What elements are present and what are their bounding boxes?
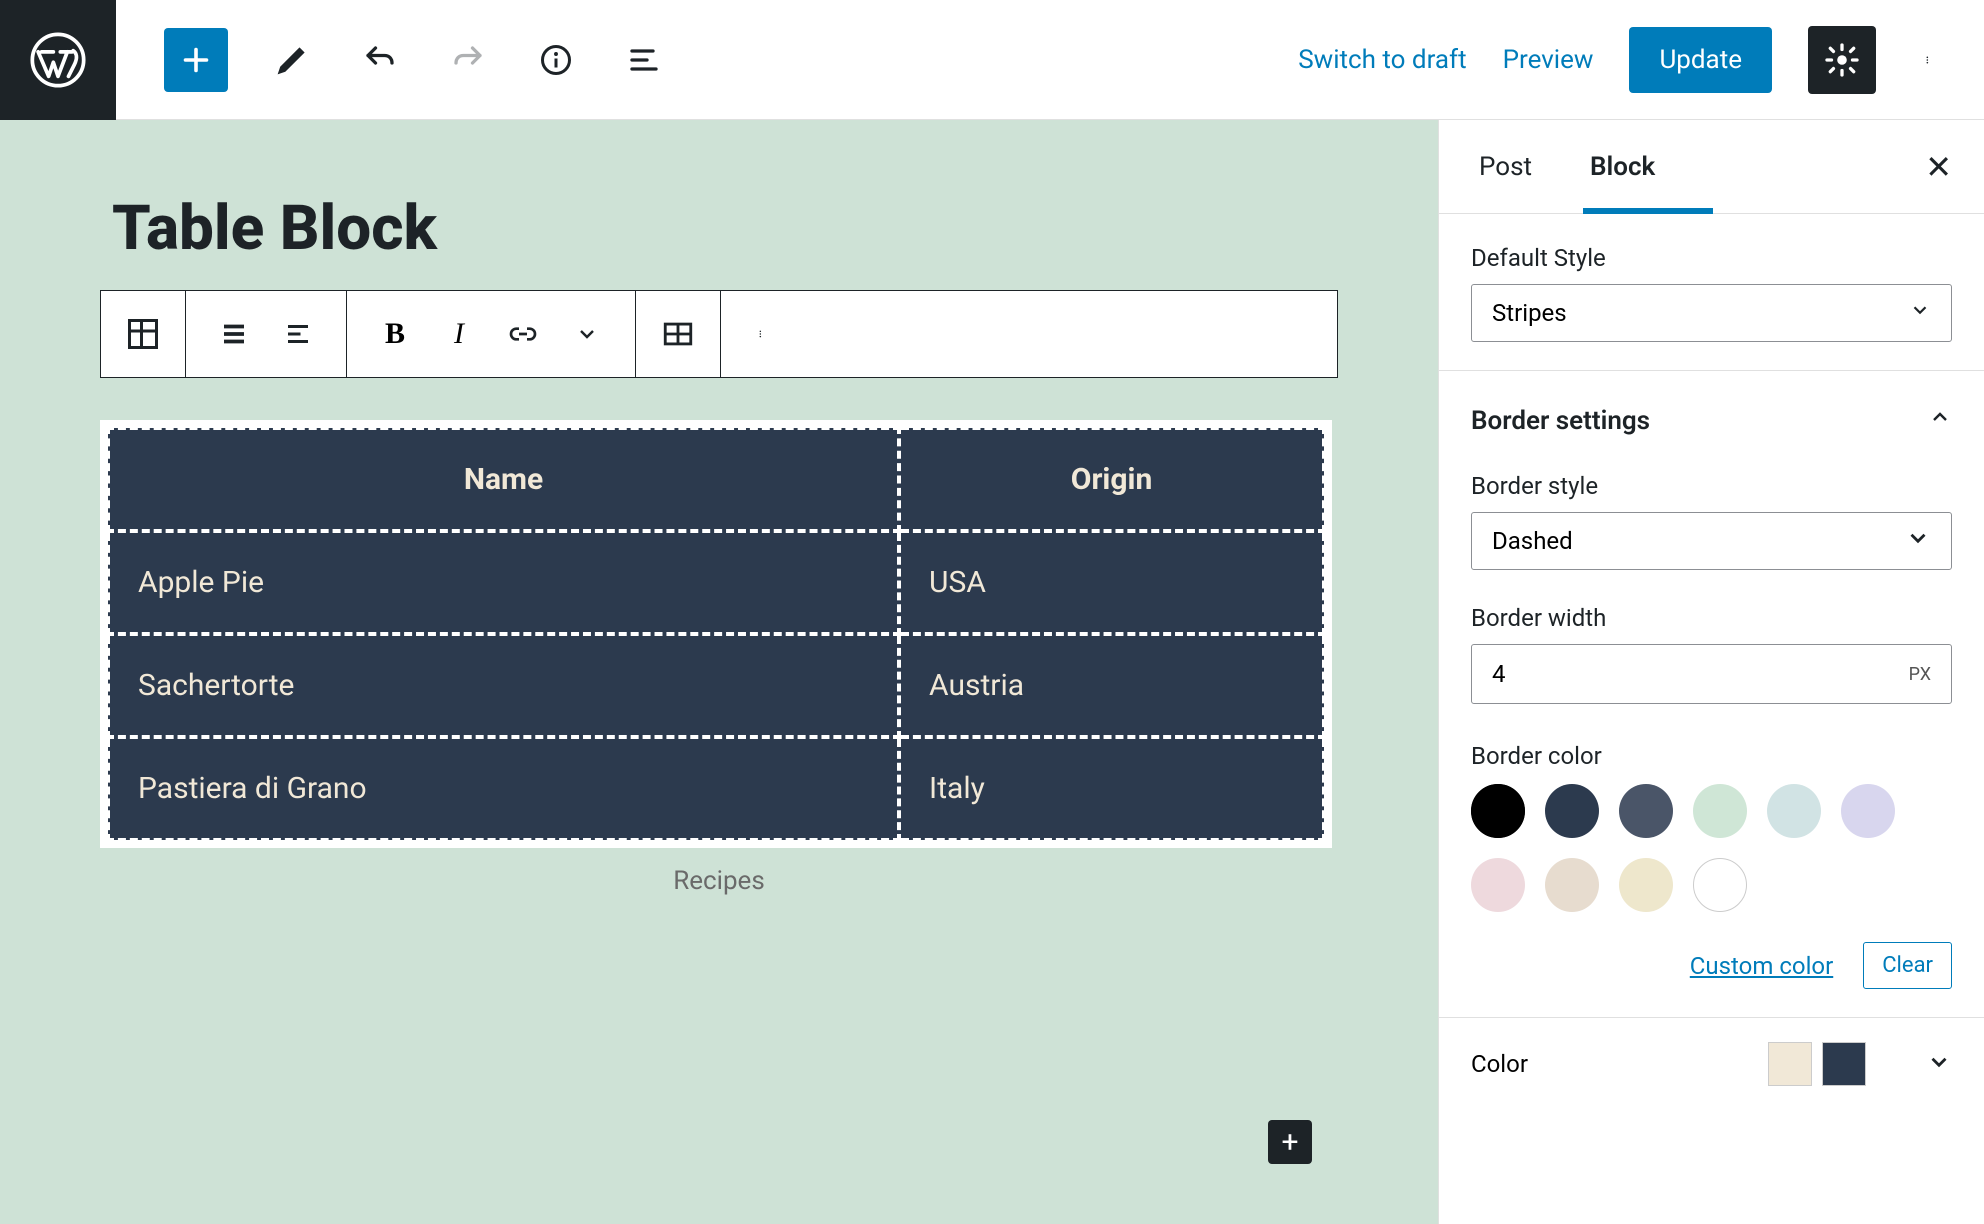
tab-block[interactable]: Block bbox=[1582, 120, 1663, 213]
tab-post[interactable]: Post bbox=[1471, 120, 1540, 213]
post-title-peek: Table Block bbox=[112, 192, 437, 265]
chevron-down-icon bbox=[1909, 299, 1931, 327]
border-style-value: Dashed bbox=[1492, 527, 1573, 555]
topbar-left-tools bbox=[164, 28, 668, 92]
align-left-icon[interactable] bbox=[280, 316, 316, 352]
add-block-button[interactable] bbox=[164, 28, 228, 92]
block-type-icon[interactable] bbox=[101, 291, 186, 377]
chevron-down-icon bbox=[1905, 525, 1931, 557]
default-style-select[interactable]: Stripes bbox=[1471, 284, 1952, 342]
settings-button[interactable] bbox=[1808, 26, 1876, 94]
settings-sidebar: Post Block ✕ Default Style Stripes Borde… bbox=[1438, 120, 1984, 1224]
fg-color-chip[interactable] bbox=[1768, 1042, 1812, 1086]
inline-add-block-button[interactable]: + bbox=[1268, 1120, 1312, 1164]
color-section-title: Color bbox=[1471, 1050, 1528, 1078]
custom-color-link[interactable]: Custom color bbox=[1690, 952, 1833, 980]
table-caption[interactable]: Recipes bbox=[100, 866, 1338, 896]
chevron-down-icon bbox=[1926, 1049, 1952, 1079]
switch-to-draft-link[interactable]: Switch to draft bbox=[1298, 45, 1466, 75]
table-header-cell[interactable]: Origin bbox=[899, 428, 1324, 531]
border-color-swatches bbox=[1471, 784, 1952, 912]
color-swatch[interactable] bbox=[1841, 784, 1895, 838]
topbar-right-tools: Switch to draft Preview Update bbox=[1298, 26, 1948, 94]
block-more-icon[interactable] bbox=[721, 291, 805, 377]
bg-color-chip[interactable] bbox=[1822, 1042, 1866, 1086]
border-style-select[interactable]: Dashed bbox=[1471, 512, 1952, 570]
table-cell[interactable]: Sachertorte bbox=[108, 634, 899, 737]
table-block[interactable]: Name Origin Apple PieUSA SachertorteAust… bbox=[100, 420, 1332, 848]
table-cell[interactable]: Apple Pie bbox=[108, 531, 899, 634]
undo-icon[interactable] bbox=[356, 36, 404, 84]
block-toolbar: B I bbox=[100, 290, 1338, 378]
border-settings-header[interactable]: Border settings bbox=[1471, 371, 1952, 452]
clear-color-button[interactable]: Clear bbox=[1863, 942, 1952, 989]
table-cell[interactable]: Pastiera di Grano bbox=[108, 737, 899, 840]
color-swatch[interactable] bbox=[1471, 784, 1525, 838]
outline-icon[interactable] bbox=[620, 36, 668, 84]
more-options-icon[interactable] bbox=[1912, 36, 1948, 84]
border-width-unit: PX bbox=[1909, 664, 1931, 685]
default-style-value: Stripes bbox=[1492, 299, 1567, 327]
border-style-label: Border style bbox=[1471, 472, 1952, 500]
border-settings-title: Border settings bbox=[1471, 406, 1650, 436]
table-edit-icon[interactable] bbox=[636, 291, 721, 377]
color-swatch[interactable] bbox=[1693, 858, 1747, 912]
wordpress-logo[interactable] bbox=[0, 0, 116, 120]
editor-workspace: Table Block B I Na bbox=[0, 120, 1984, 1224]
bold-icon[interactable]: B bbox=[377, 316, 413, 352]
color-swatch[interactable] bbox=[1619, 784, 1673, 838]
color-swatch[interactable] bbox=[1545, 784, 1599, 838]
align-justify-icon[interactable] bbox=[216, 316, 252, 352]
table-cell[interactable]: Italy bbox=[899, 737, 1324, 840]
color-swatch[interactable] bbox=[1619, 858, 1673, 912]
redo-icon[interactable] bbox=[444, 36, 492, 84]
color-section-header[interactable]: Color bbox=[1471, 1018, 1952, 1090]
table-cell[interactable]: USA bbox=[899, 531, 1324, 634]
preview-link[interactable]: Preview bbox=[1503, 45, 1594, 75]
table-cell[interactable]: Austria bbox=[899, 634, 1324, 737]
editor-topbar: Switch to draft Preview Update bbox=[0, 0, 1984, 120]
border-width-label: Border width bbox=[1471, 604, 1952, 632]
color-swatch[interactable] bbox=[1767, 784, 1821, 838]
update-button[interactable]: Update bbox=[1629, 27, 1772, 93]
color-swatch[interactable] bbox=[1471, 858, 1525, 912]
close-sidebar-icon[interactable]: ✕ bbox=[1925, 148, 1952, 186]
border-width-input[interactable]: 4 PX bbox=[1471, 644, 1952, 704]
color-swatch[interactable] bbox=[1693, 784, 1747, 838]
info-icon[interactable] bbox=[532, 36, 580, 84]
link-icon[interactable] bbox=[505, 316, 541, 352]
default-style-label: Default Style bbox=[1471, 244, 1952, 272]
sidebar-tabs: Post Block ✕ bbox=[1439, 120, 1984, 214]
editor-canvas: Table Block B I Na bbox=[0, 120, 1438, 1224]
border-width-value: 4 bbox=[1492, 660, 1506, 688]
chevron-up-icon bbox=[1928, 405, 1952, 436]
color-swatch[interactable] bbox=[1545, 858, 1599, 912]
chevron-down-icon[interactable] bbox=[569, 316, 605, 352]
edit-tool-icon[interactable] bbox=[268, 36, 316, 84]
border-color-label: Border color bbox=[1471, 742, 1952, 770]
italic-icon[interactable]: I bbox=[441, 316, 477, 352]
table-header-cell[interactable]: Name bbox=[108, 428, 899, 531]
